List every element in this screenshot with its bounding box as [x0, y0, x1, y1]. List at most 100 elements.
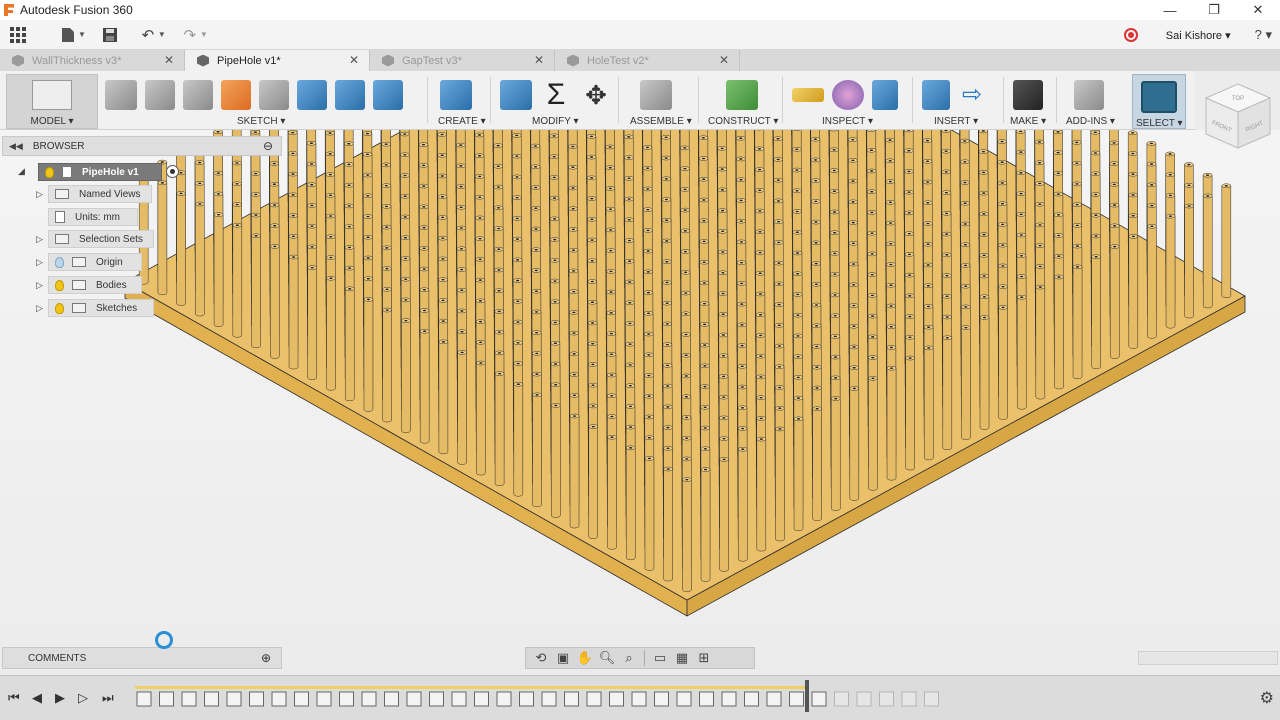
- close-tab-icon[interactable]: ✕: [719, 53, 729, 67]
- expand-origin-icon[interactable]: ▷: [36, 257, 43, 268]
- select-arrow-icon[interactable]: [1141, 81, 1177, 113]
- timeline-feature-icon[interactable]: [136, 691, 152, 707]
- pin[interactable]: [607, 436, 617, 550]
- move-icon[interactable]: ✥: [580, 80, 612, 110]
- offset-plane-icon[interactable]: [726, 80, 758, 110]
- sketch-menu[interactable]: SKETCH ▾: [237, 116, 285, 127]
- timeline-feature-icon[interactable]: [361, 691, 377, 707]
- pin[interactable]: [232, 224, 243, 338]
- addins-menu[interactable]: ADD-INS ▾: [1066, 116, 1115, 127]
- insert-arrow-icon[interactable]: ⇨: [958, 80, 986, 110]
- zebra-analysis-icon[interactable]: [832, 80, 864, 110]
- timeline-feature-icon[interactable]: [721, 691, 737, 707]
- pin[interactable]: [157, 182, 168, 296]
- minimize-button[interactable]: —: [1148, 0, 1192, 20]
- pin[interactable]: [270, 246, 280, 359]
- pin[interactable]: [401, 320, 411, 433]
- 3d-print-icon[interactable]: [1013, 80, 1043, 110]
- timeline-feature-icon[interactable]: [924, 691, 939, 707]
- fit-icon[interactable]: ⌕: [620, 650, 638, 666]
- timeline-feature-icon[interactable]: [249, 691, 264, 707]
- sum-icon[interactable]: Σ: [540, 80, 572, 110]
- visibility-bulb-icon[interactable]: [45, 166, 54, 178]
- modify-menu[interactable]: MODIFY ▾: [532, 116, 579, 127]
- timeline-feature-icon[interactable]: [159, 691, 174, 707]
- edit-sketch-icon[interactable]: [259, 80, 289, 110]
- insert-image-icon[interactable]: [922, 80, 950, 110]
- close-tab-icon[interactable]: ✕: [534, 53, 544, 67]
- pin[interactable]: [1035, 286, 1046, 400]
- pin[interactable]: [1221, 185, 1232, 299]
- timeline-feature-icon[interactable]: [204, 691, 219, 707]
- pin[interactable]: [923, 347, 934, 461]
- pin[interactable]: [344, 288, 355, 402]
- pin[interactable]: [775, 428, 785, 542]
- expand-named-views-icon[interactable]: ▷: [36, 189, 43, 200]
- pin[interactable]: [1184, 205, 1194, 319]
- box-icon[interactable]: [440, 80, 472, 110]
- timeline-feature-icon[interactable]: [744, 691, 759, 707]
- pin[interactable]: [494, 373, 505, 486]
- timeline-feature-icon[interactable]: [586, 691, 602, 707]
- pin[interactable]: [288, 256, 299, 370]
- insert-menu[interactable]: INSERT ▾: [934, 116, 978, 127]
- pin[interactable]: [961, 327, 971, 440]
- collapse-browser-icon[interactable]: ◀◀: [9, 141, 23, 152]
- visibility-bulb-icon[interactable]: [55, 279, 64, 291]
- orbit-icon[interactable]: ⟲: [532, 650, 550, 666]
- timeline-feature-icon[interactable]: [699, 691, 714, 707]
- pin[interactable]: [905, 357, 915, 471]
- 3d-viewport[interactable]: [0, 130, 1280, 675]
- pin[interactable]: [588, 426, 599, 539]
- collapse-root-icon[interactable]: ◢: [18, 166, 25, 177]
- user-menu[interactable]: Sai Kishore ▾: [1166, 29, 1231, 42]
- pin[interactable]: [719, 459, 729, 572]
- visibility-bulb-icon[interactable]: [55, 302, 64, 314]
- tree-item-sketches[interactable]: Sketches: [48, 299, 154, 317]
- timeline-feature-icon[interactable]: [384, 691, 399, 707]
- pin[interactable]: [979, 317, 990, 430]
- timeline-feature-icon[interactable]: [519, 691, 534, 707]
- pin[interactable]: [569, 415, 580, 529]
- timeline-feature-icon[interactable]: [654, 691, 669, 707]
- offset-icon[interactable]: [335, 80, 365, 110]
- timeline-feature-icon[interactable]: [766, 691, 782, 707]
- construct-menu[interactable]: CONSTRUCT ▾: [708, 116, 778, 127]
- redo-dropdown-icon[interactable]: ▼: [200, 30, 208, 39]
- section-analysis-icon[interactable]: [872, 80, 898, 110]
- file-icon[interactable]: [56, 24, 80, 46]
- tree-item-named-views[interactable]: Named Views: [48, 185, 152, 203]
- restore-button[interactable]: ❐: [1192, 0, 1236, 20]
- pin[interactable]: [793, 418, 804, 532]
- pin[interactable]: [551, 405, 561, 518]
- create-sketch-icon[interactable]: [105, 80, 137, 110]
- plane-icon[interactable]: [183, 80, 213, 110]
- tab-gaptest[interactable]: GapTest v3* ✕: [370, 50, 555, 71]
- timeline-feature-icon[interactable]: [496, 691, 512, 707]
- timeline-feature-icon[interactable]: [856, 691, 872, 707]
- timeline-feature-icon[interactable]: [879, 691, 894, 707]
- pin[interactable]: [326, 277, 336, 391]
- tree-item-units[interactable]: Units: mm: [48, 208, 138, 226]
- tree-root[interactable]: PipeHole v1: [38, 163, 162, 181]
- step-back-icon[interactable]: ◀: [32, 690, 42, 706]
- pin[interactable]: [213, 214, 224, 327]
- pin[interactable]: [830, 398, 841, 511]
- close-button[interactable]: ✕: [1236, 0, 1280, 20]
- tab-pipehole[interactable]: PipeHole v1* ✕: [185, 50, 370, 71]
- pin[interactable]: [849, 388, 860, 501]
- timeline-feature-icon[interactable]: [474, 691, 489, 707]
- create-menu[interactable]: CREATE ▾: [438, 116, 486, 127]
- pin[interactable]: [457, 352, 467, 465]
- pin[interactable]: [195, 203, 205, 317]
- make-menu[interactable]: MAKE ▾: [1010, 116, 1046, 127]
- tab-holetest[interactable]: HoleTest v2* ✕: [555, 50, 740, 71]
- minimize-browser-icon[interactable]: ⊖: [263, 139, 273, 153]
- display-settings-icon[interactable]: ▭: [651, 650, 669, 666]
- pin[interactable]: [663, 468, 673, 582]
- select-menu[interactable]: SELECT ▾: [1136, 118, 1183, 129]
- timeline-feature-icon[interactable]: [451, 691, 467, 707]
- timeline-feature-icon[interactable]: [789, 691, 804, 707]
- timeline-feature-icon[interactable]: [811, 691, 827, 707]
- timeline-feature-icon[interactable]: [181, 691, 197, 707]
